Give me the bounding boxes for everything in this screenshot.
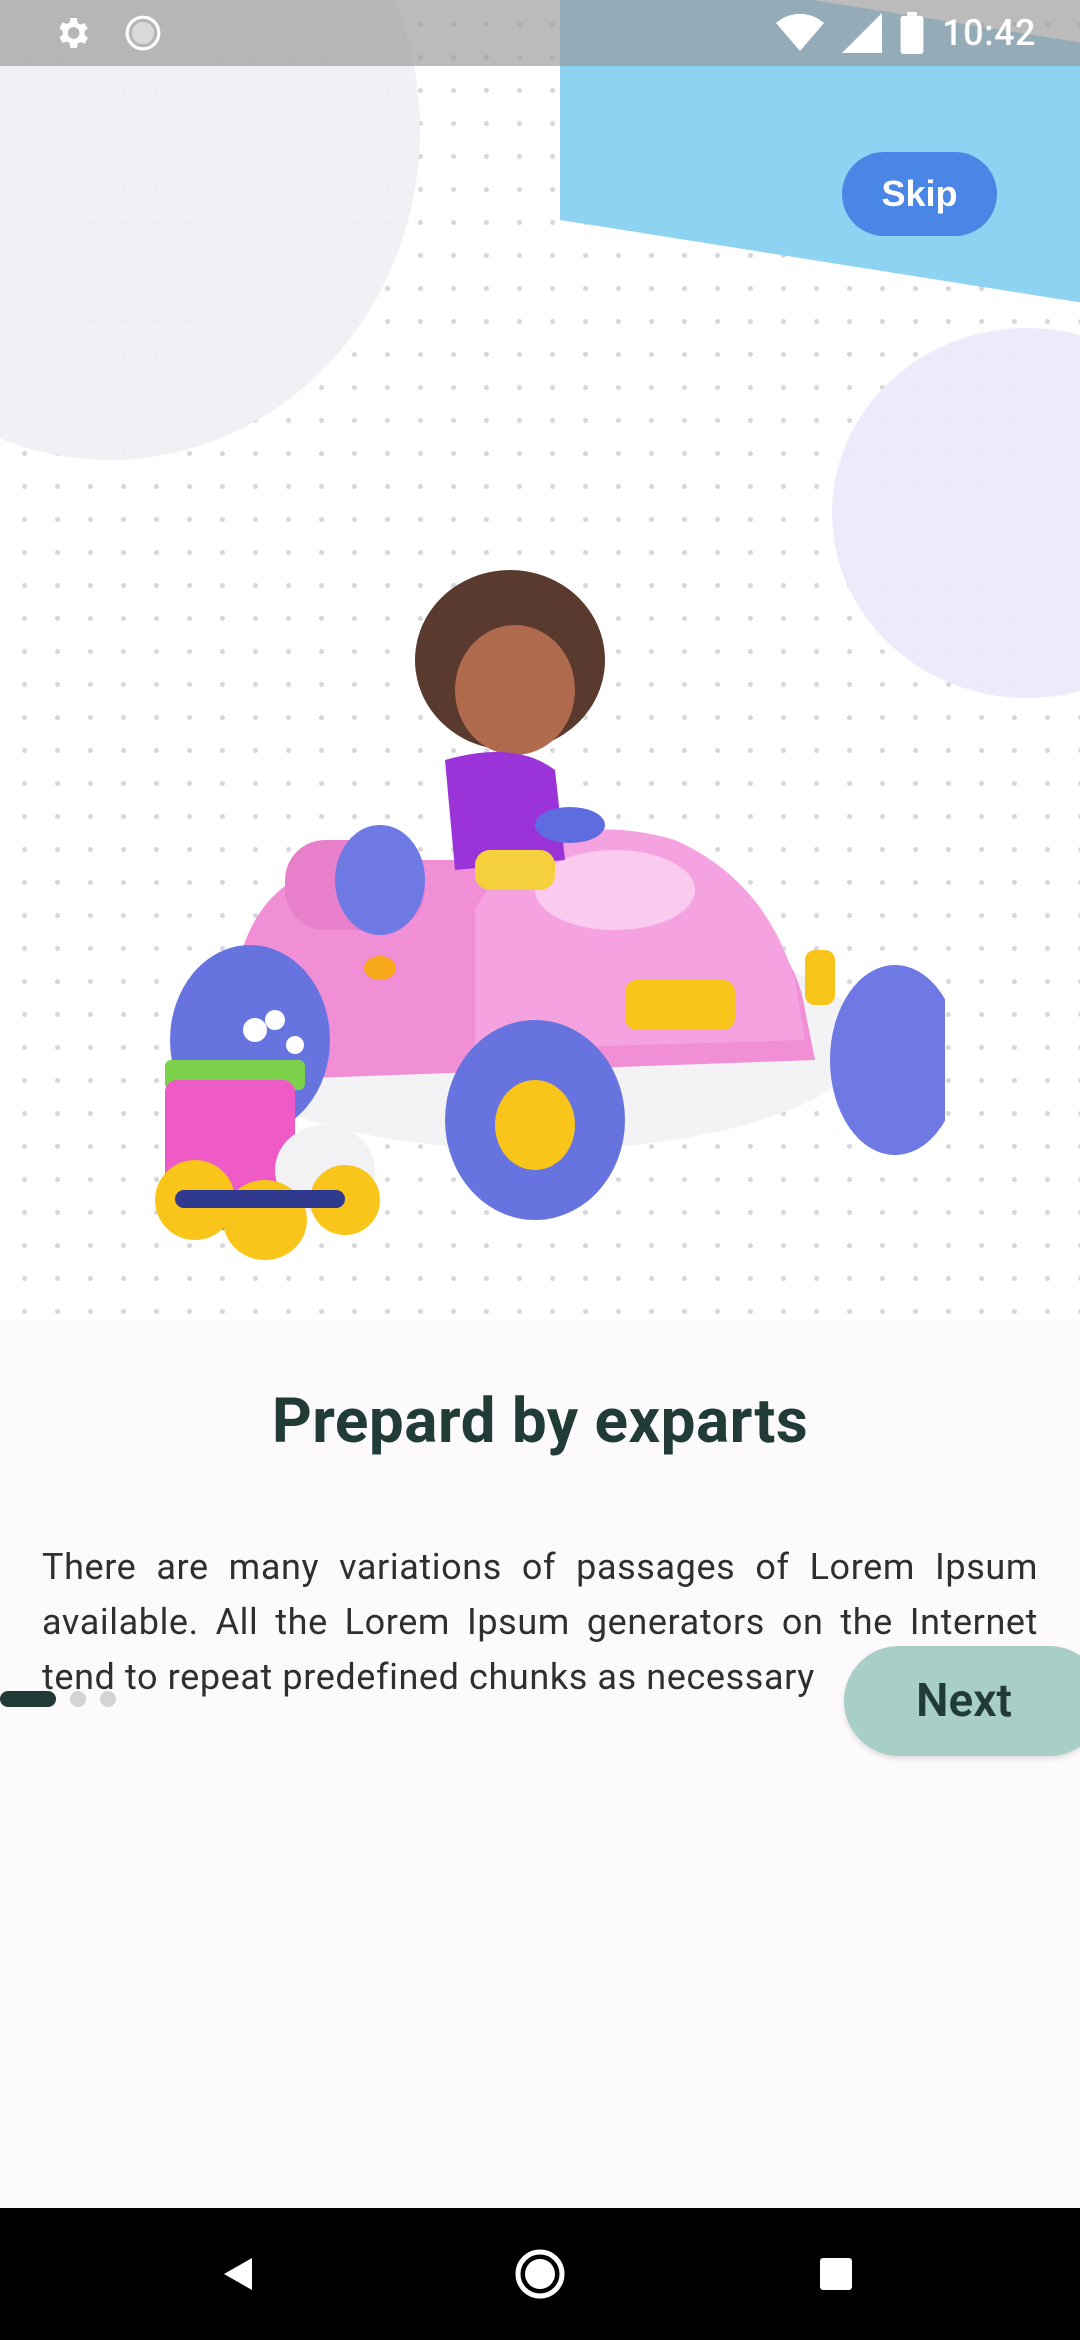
page-dot [70, 1691, 86, 1707]
circle-status-icon [125, 15, 161, 51]
status-time: 10:42 [942, 12, 1036, 54]
battery-icon [900, 12, 924, 54]
page-dot [100, 1691, 116, 1707]
signal-icon [842, 13, 883, 53]
back-icon [224, 2258, 252, 2290]
page-indicator [0, 1691, 116, 1707]
home-icon [515, 2249, 565, 2299]
back-button[interactable] [180, 2208, 300, 2340]
next-button[interactable]: Next [844, 1646, 1080, 1756]
settings-icon [59, 18, 88, 48]
page-dot-active [0, 1691, 56, 1707]
status-bar: 10:42 [0, 0, 1080, 66]
background-blob-gray [0, 0, 420, 460]
kid-in-car-illustration [155, 570, 945, 1260]
onboarding-title: Prepard by exparts [271, 1385, 809, 1458]
recents-button[interactable] [776, 2208, 896, 2340]
skip-button[interactable]: Skip [842, 152, 997, 236]
recents-icon [820, 2258, 852, 2290]
system-navigation-bar [0, 2208, 1080, 2340]
wifi-icon [776, 13, 825, 52]
home-button[interactable] [480, 2208, 600, 2340]
